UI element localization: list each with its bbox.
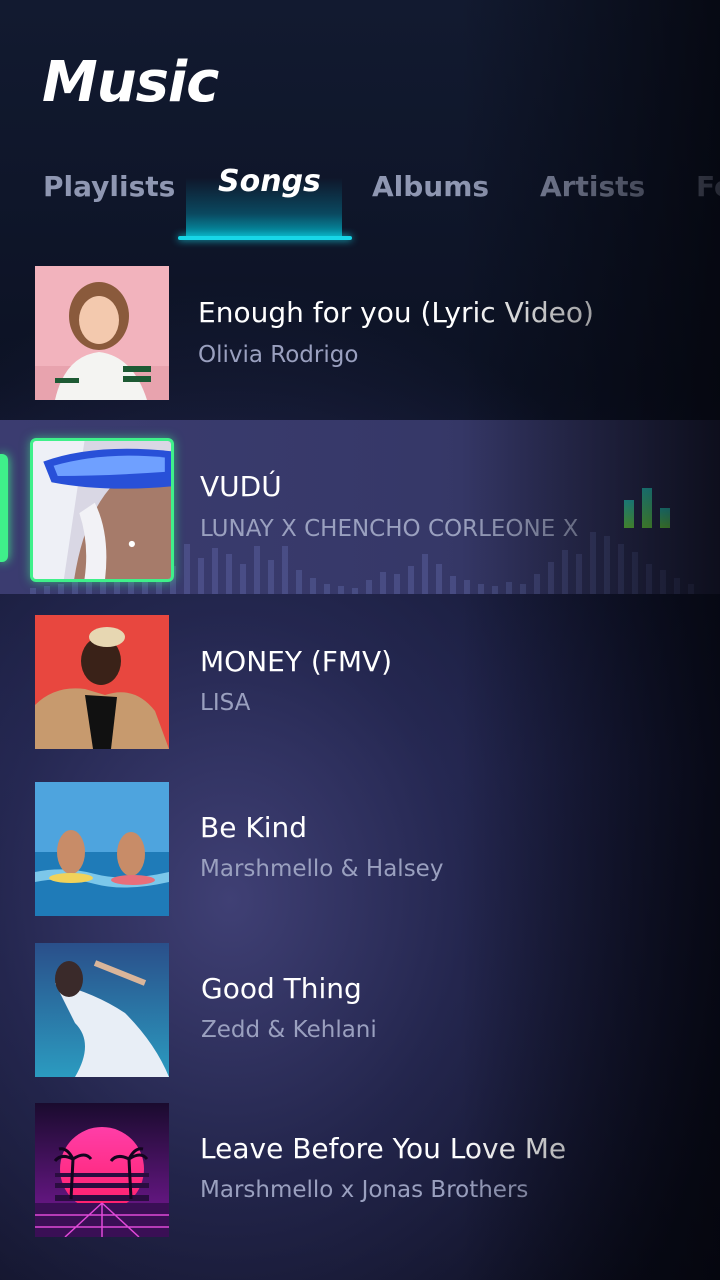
list-item[interactable]: Be Kind Marshmello & Halsey (0, 762, 720, 936)
song-title: Enough for you (Lyric Video) (198, 296, 594, 329)
list-item[interactable]: Leave Before You Love Me Marshmello x Jo… (0, 1082, 720, 1256)
song-title: MONEY (FMV) (200, 645, 393, 678)
song-title: Be Kind (200, 811, 307, 844)
tab-albums[interactable]: Albums (372, 170, 489, 203)
tab-artists[interactable]: Artists (540, 170, 645, 203)
tab-folders[interactable]: Fo (696, 170, 720, 203)
album-art-image (35, 615, 169, 749)
song-artist: LISA (200, 690, 251, 716)
song-artist: Olivia Rodrigo (198, 342, 359, 368)
album-art (30, 438, 174, 582)
now-playing-marker (0, 454, 8, 562)
active-tab-indicator (178, 236, 352, 240)
album-art (35, 943, 169, 1077)
album-art-image (35, 943, 169, 1077)
album-art (35, 266, 169, 400)
song-title: Leave Before You Love Me (200, 1132, 567, 1165)
album-art (35, 1103, 169, 1237)
music-app-screen: Music Playlists Songs Albums Artists Fo (0, 0, 720, 1280)
album-art-image (35, 782, 169, 916)
song-list: Enough for you (Lyric Video) Olivia Rodr… (0, 246, 720, 1280)
album-art (35, 615, 169, 749)
album-art-image (35, 266, 169, 400)
song-title: VUDÚ (200, 470, 282, 503)
song-artist: LUNAY X CHENCHO CORLEONE X (200, 516, 579, 542)
album-art-image (33, 441, 171, 579)
song-title: Good Thing (201, 972, 362, 1005)
equalizer-icon (624, 488, 670, 528)
list-item[interactable]: Good Thing Zedd & Kehlani (0, 922, 720, 1096)
list-item[interactable]: MONEY (FMV) LISA (0, 596, 720, 770)
list-item[interactable]: Enough for you (Lyric Video) Olivia Rodr… (0, 246, 720, 420)
song-artist: Zedd & Kehlani (201, 1017, 377, 1043)
list-item-selected[interactable]: VUDÚ LUNAY X CHENCHO CORLEONE X (0, 420, 720, 594)
album-art-image (35, 1103, 169, 1237)
album-art (35, 782, 169, 916)
song-artist: Marshmello x Jonas Brothers (200, 1177, 529, 1203)
song-artist: Marshmello & Halsey (200, 856, 444, 882)
tab-bar: Playlists Songs Albums Artists Fo (0, 160, 720, 240)
tab-playlists[interactable]: Playlists (43, 170, 175, 203)
tab-songs[interactable]: Songs (218, 164, 321, 199)
page-title: Music (42, 50, 219, 115)
